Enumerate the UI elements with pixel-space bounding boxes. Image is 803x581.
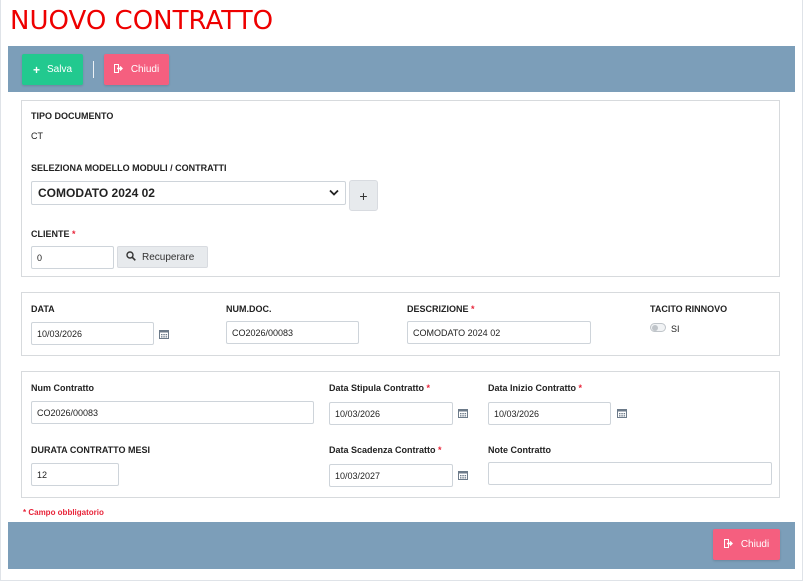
start-date-label-text: Data Inizio Contratto — [488, 383, 576, 393]
required-mark: * — [438, 445, 442, 455]
sign-out-icon — [113, 63, 124, 76]
client-label-text: CLIENTE — [31, 229, 70, 239]
close-button-bottom-label: Chiudi — [740, 539, 770, 550]
notes-label: Note Contratto — [488, 445, 551, 455]
save-button-label: Salva — [47, 64, 73, 75]
expiry-date-value: 10/03/2027 — [335, 470, 381, 481]
duration-input[interactable]: 12 — [31, 463, 119, 486]
tacit-renewal-label: TACITO RINNOVO — [650, 304, 728, 314]
recover-button-label: Recuperare — [142, 251, 195, 263]
date-input[interactable]: 10/03/2026 — [31, 322, 154, 345]
plus-icon: + — [359, 187, 368, 204]
stipula-date-label: Data Stipula Contratto * — [329, 383, 430, 393]
document-type-value: CT — [31, 131, 43, 141]
calendar-icon[interactable] — [458, 408, 468, 418]
save-button[interactable]: + Salva — [22, 54, 83, 85]
description-label: DESCRIZIONE * — [407, 304, 475, 314]
duration-value: 12 — [37, 469, 48, 480]
numdoc-label: NUM.DOC. — [226, 304, 272, 314]
client-input-value: 0 — [37, 252, 43, 263]
close-button-bottom[interactable]: Chiudi — [713, 529, 780, 560]
document-type-label: TIPO DOCUMENTO — [31, 111, 114, 121]
description-input[interactable]: COMODATO 2024 02 — [407, 321, 591, 344]
contract-panel: Num Contratto CO2026/00083 Data Stipula … — [21, 371, 780, 498]
required-mark: * — [426, 383, 431, 393]
required-mark: * — [471, 304, 475, 314]
close-button-top-label: Chiudi — [130, 64, 160, 75]
required-mark: * — [578, 383, 583, 393]
contract-number-input[interactable]: CO2026/00083 — [31, 401, 314, 424]
date-label: DATA — [31, 304, 55, 314]
required-mark: * — [72, 229, 76, 239]
sign-out-icon — [723, 538, 734, 551]
calendar-icon[interactable] — [159, 329, 169, 339]
search-icon — [126, 250, 136, 264]
top-toolbar: + Salva Chiudi — [8, 46, 795, 92]
tacit-renewal-toggle[interactable] — [650, 323, 666, 332]
toolbar-separator — [93, 61, 94, 78]
model-select-value: COMODATO 2024 02 — [38, 186, 155, 200]
duration-label: DURATA CONTRATTO MESI — [31, 445, 150, 455]
plus-icon: + — [32, 62, 40, 77]
model-select-label: SELEZIONA MODELLO MODULI / CONTRATTI — [31, 163, 227, 173]
document-panel: TIPO DOCUMENTO CT SELEZIONA MODELLO MODU… — [21, 100, 780, 277]
stipula-date-value: 10/03/2026 — [335, 408, 381, 419]
description-label-text: DESCRIZIONE — [407, 304, 469, 314]
page-title: NUOVO CONTRATTO — [10, 6, 274, 36]
description-input-value: COMODATO 2024 02 — [413, 327, 501, 338]
start-date-label: Data Inizio Contratto * — [488, 383, 582, 393]
model-select[interactable]: COMODATO 2024 02 — [31, 181, 346, 205]
chevron-down-icon — [329, 188, 339, 198]
tacit-renewal-option: SI — [671, 324, 680, 334]
start-date-value: 10/03/2026 — [494, 408, 540, 419]
stipula-date-label-text: Data Stipula Contratto — [329, 383, 425, 393]
header-panel: DATA 10/03/2026 NUM.DOC. CO2026/00083 DE… — [21, 292, 780, 356]
contract-number-value: CO2026/00083 — [37, 407, 99, 418]
stipula-date-input[interactable]: 10/03/2026 — [329, 402, 453, 425]
add-model-button[interactable]: + — [349, 180, 378, 211]
calendar-icon[interactable] — [458, 470, 468, 480]
notes-input[interactable] — [488, 462, 772, 485]
calendar-icon[interactable] — [617, 408, 627, 418]
expiry-date-input[interactable]: 10/03/2027 — [329, 464, 453, 487]
client-label: CLIENTE * — [31, 229, 76, 239]
numdoc-input-value: CO2026/00083 — [232, 327, 294, 338]
close-button-top[interactable]: Chiudi — [104, 54, 169, 85]
expiry-date-label-text: Data Scadenza Contratto — [329, 445, 436, 455]
recover-button[interactable]: Recuperare — [117, 246, 208, 268]
start-date-input[interactable]: 10/03/2026 — [488, 402, 611, 425]
required-field-note: * Campo obbligatorio — [23, 508, 104, 517]
date-input-value: 10/03/2026 — [37, 328, 83, 339]
numdoc-input[interactable]: CO2026/00083 — [226, 321, 359, 344]
bottom-toolbar: Chiudi — [8, 522, 795, 569]
client-input[interactable]: 0 — [31, 246, 114, 269]
contract-number-label: Num Contratto — [31, 383, 94, 393]
expiry-date-label: Data Scadenza Contratto * — [329, 445, 442, 455]
